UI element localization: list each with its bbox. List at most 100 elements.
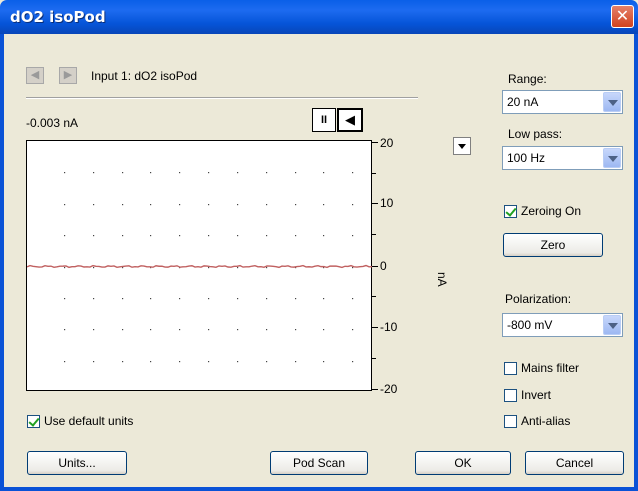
close-button[interactable]: ✕ bbox=[611, 5, 634, 28]
ok-button[interactable]: OK bbox=[415, 451, 511, 475]
y-tick-label: -20 bbox=[380, 382, 398, 396]
grid-dot bbox=[295, 361, 297, 363]
separator bbox=[26, 97, 418, 99]
grid-dot bbox=[323, 361, 325, 363]
grid-dot bbox=[237, 204, 239, 206]
grid-dot bbox=[352, 235, 354, 237]
dropdown-arrow-icon bbox=[458, 144, 466, 149]
grid-dot bbox=[179, 298, 181, 300]
grid-dot bbox=[122, 298, 124, 300]
next-input-button[interactable]: ▶ bbox=[59, 67, 77, 84]
polarization-label: Polarization: bbox=[505, 292, 572, 306]
pod-scan-button[interactable]: Pod Scan bbox=[270, 451, 368, 475]
grid-dot bbox=[179, 172, 181, 174]
plot-options-button[interactable] bbox=[453, 137, 471, 155]
default-units-checkbox[interactable] bbox=[27, 415, 40, 428]
window-frame-right bbox=[634, 34, 638, 491]
grid-dot bbox=[323, 204, 325, 206]
y-tick-label: -10 bbox=[380, 320, 398, 334]
grid-dot bbox=[64, 235, 66, 237]
signal-plot bbox=[26, 140, 373, 391]
grid-dot bbox=[208, 204, 210, 206]
zeroing-checkbox[interactable] bbox=[504, 205, 517, 218]
pause-button[interactable]: II bbox=[312, 108, 336, 132]
scroll-left-icon: ◀ bbox=[345, 112, 355, 127]
range-value: 20 nA bbox=[507, 95, 539, 109]
y-tick-major bbox=[372, 327, 378, 328]
chevron-down-icon[interactable] bbox=[603, 148, 621, 168]
grid-dot bbox=[237, 298, 239, 300]
previous-input-button[interactable]: ◀ bbox=[26, 67, 44, 84]
zero-button[interactable]: Zero bbox=[503, 233, 603, 257]
y-tick-major bbox=[372, 142, 378, 143]
lowpass-label: Low pass: bbox=[508, 127, 563, 141]
y-tick-major bbox=[372, 389, 378, 390]
units-button[interactable]: Units... bbox=[27, 451, 127, 475]
grid-dot bbox=[295, 172, 297, 174]
grid-dot bbox=[295, 204, 297, 206]
invert-checkbox[interactable] bbox=[504, 389, 517, 402]
mains-filter-label: Mains filter bbox=[521, 361, 580, 375]
y-tick-minor bbox=[372, 358, 376, 359]
window-frame-bottom bbox=[0, 487, 638, 491]
y-tick-minor bbox=[372, 234, 376, 235]
grid-dot bbox=[150, 298, 152, 300]
grid-dot bbox=[352, 172, 354, 174]
grid-dot bbox=[237, 235, 239, 237]
mains-filter-checkbox[interactable] bbox=[504, 362, 517, 375]
invert-label: Invert bbox=[521, 388, 552, 402]
grid-dot bbox=[64, 329, 66, 331]
grid-dot bbox=[150, 204, 152, 206]
grid-dot bbox=[237, 361, 239, 363]
grid-dot bbox=[295, 235, 297, 237]
grid-dot bbox=[323, 298, 325, 300]
cancel-button[interactable]: Cancel bbox=[525, 451, 624, 475]
grid-dot bbox=[295, 298, 297, 300]
grid-dot bbox=[122, 235, 124, 237]
grid-dot bbox=[93, 235, 95, 237]
grid-dot bbox=[208, 329, 210, 331]
grid-dot bbox=[179, 329, 181, 331]
title-bar: dO2 isoPod ✕ bbox=[0, 0, 638, 34]
y-tick-minor bbox=[372, 173, 376, 174]
chevron-down-icon[interactable] bbox=[603, 92, 621, 112]
y-tick-minor bbox=[372, 296, 376, 297]
grid-dot bbox=[93, 172, 95, 174]
zeroing-label: Zeroing On bbox=[521, 204, 582, 218]
grid-dot bbox=[93, 329, 95, 331]
grid-dot bbox=[122, 204, 124, 206]
y-tick-label: 20 bbox=[380, 136, 394, 150]
lowpass-select[interactable]: 100 Hz bbox=[502, 146, 623, 170]
grid-dot bbox=[352, 204, 354, 206]
grid-dot bbox=[237, 329, 239, 331]
grid-dot bbox=[208, 235, 210, 237]
polarization-select[interactable]: -800 mV bbox=[502, 313, 623, 337]
window-title: dO2 isoPod bbox=[10, 8, 106, 26]
grid-dot bbox=[150, 235, 152, 237]
grid-dot bbox=[266, 204, 268, 206]
grid-dot bbox=[122, 329, 124, 331]
grid-dot bbox=[64, 298, 66, 300]
grid-dot bbox=[323, 329, 325, 331]
chevron-down-icon[interactable] bbox=[603, 315, 621, 335]
grid-dot bbox=[150, 361, 152, 363]
grid-dot bbox=[352, 361, 354, 363]
grid-dot bbox=[64, 267, 66, 269]
grid-dot bbox=[93, 361, 95, 363]
anti-alias-checkbox[interactable] bbox=[504, 415, 517, 428]
grid-dot bbox=[179, 361, 181, 363]
grid-dot bbox=[64, 361, 66, 363]
scroll-button[interactable]: ◀ bbox=[337, 108, 363, 132]
grid-dot bbox=[352, 298, 354, 300]
grid-dot bbox=[237, 172, 239, 174]
grid-dot bbox=[179, 204, 181, 206]
grid-dot bbox=[208, 172, 210, 174]
grid-dot bbox=[266, 235, 268, 237]
grid-dot bbox=[323, 235, 325, 237]
range-select[interactable]: 20 nA bbox=[502, 90, 623, 114]
grid-dot bbox=[266, 172, 268, 174]
forward-arrow-icon: ▶ bbox=[63, 69, 73, 81]
grid-dot bbox=[237, 267, 239, 269]
plot-canvas bbox=[27, 172, 373, 363]
lowpass-value: 100 Hz bbox=[507, 151, 546, 165]
